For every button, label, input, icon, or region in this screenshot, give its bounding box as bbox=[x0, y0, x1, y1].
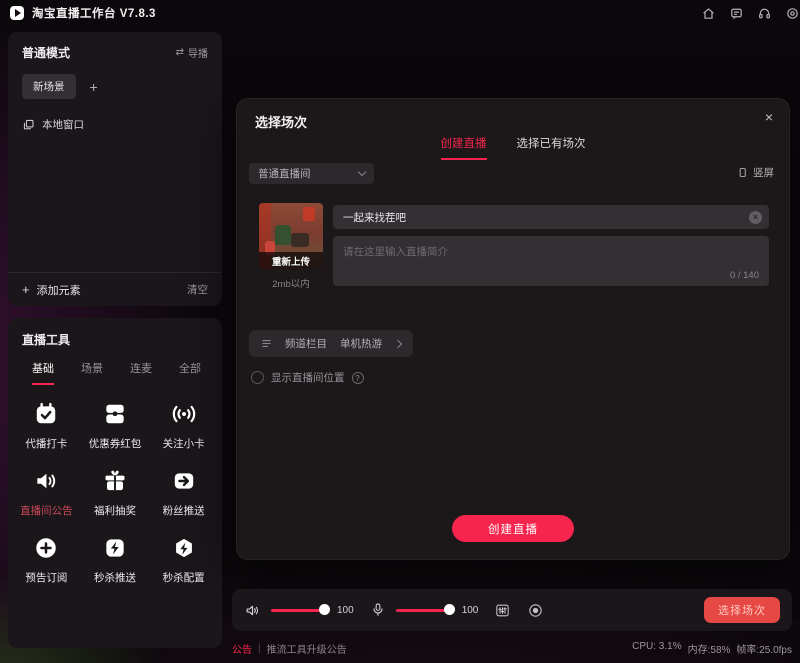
arrow-right-square-icon bbox=[171, 468, 197, 494]
help-icon[interactable]: ? bbox=[352, 372, 364, 384]
live-description-textarea[interactable] bbox=[333, 236, 769, 286]
headset-icon[interactable] bbox=[757, 6, 772, 21]
scene-panel-title: 普通模式 bbox=[22, 44, 70, 61]
lightning-square-icon bbox=[102, 535, 128, 561]
location-checkbox[interactable] bbox=[251, 371, 264, 384]
status-bar: 公告 | 推流工具升级公告 CPU: 3.1% 内存:58% 帧率:25.0fp… bbox=[232, 638, 792, 658]
divider: | bbox=[258, 643, 261, 654]
room-type-select[interactable]: 普通直播间 bbox=[249, 163, 374, 184]
location-option: 显示直播间位置 ? bbox=[251, 370, 364, 385]
mixer-icon[interactable] bbox=[494, 602, 511, 619]
cover-image[interactable]: 重新上传 bbox=[259, 203, 323, 269]
memory-stat: 内存:58% bbox=[688, 641, 731, 656]
tool-item-announcement[interactable]: 直播间公告 bbox=[12, 468, 81, 518]
category-channel-label: 频道栏目 bbox=[285, 336, 327, 351]
mic-slider[interactable] bbox=[396, 609, 452, 612]
calendar-check-icon bbox=[33, 401, 59, 427]
category-selector[interactable]: 频道栏目 单机热游 bbox=[249, 330, 413, 357]
app-title: 淘宝直播工作台 V7.8.3 bbox=[32, 5, 156, 21]
tool-item-fan-push[interactable]: 粉丝推送 bbox=[149, 468, 218, 518]
announcement-speaker-icon bbox=[33, 468, 59, 494]
gift-icon bbox=[102, 468, 128, 494]
plus-icon: + bbox=[22, 282, 30, 297]
tool-item-checkin[interactable]: 代播打卡 bbox=[12, 401, 81, 451]
red-envelope-icon bbox=[102, 401, 128, 427]
titlebar: 淘宝直播工作台 V7.8.3 bbox=[0, 0, 800, 26]
tool-item-preview-subscribe[interactable]: 预告订阅 bbox=[12, 535, 81, 585]
volume-value: 100 bbox=[337, 605, 354, 616]
tab-basic[interactable]: 基础 bbox=[32, 360, 54, 385]
message-icon[interactable] bbox=[729, 6, 744, 21]
cpu-stat: CPU: 3.1% bbox=[632, 641, 681, 656]
cover-upload[interactable]: 重新上传 2mb以内 bbox=[259, 203, 323, 290]
plus-circle-icon bbox=[33, 535, 59, 561]
category-value: 单机热游 bbox=[340, 336, 382, 351]
portrait-screen-icon bbox=[737, 167, 748, 178]
tab-connect[interactable]: 连麦 bbox=[130, 360, 152, 385]
select-session-button[interactable]: 选择场次 bbox=[704, 597, 780, 623]
modal-title: 选择场次 bbox=[237, 99, 789, 131]
tools-panel-title: 直播工具 bbox=[8, 318, 222, 358]
record-settings-icon[interactable] bbox=[527, 602, 544, 619]
close-icon[interactable]: × bbox=[765, 110, 773, 124]
announcement-tag: 公告 bbox=[232, 641, 252, 656]
tool-item-flash-push[interactable]: 秒杀推送 bbox=[81, 535, 150, 585]
mic-value: 100 bbox=[462, 605, 479, 616]
volume-slider-knob[interactable] bbox=[319, 604, 330, 615]
tab-create-live[interactable]: 创建直播 bbox=[441, 135, 487, 160]
tool-item-coupon[interactable]: 优惠券红包 bbox=[81, 401, 150, 451]
create-live-button[interactable]: 创建直播 bbox=[452, 515, 574, 542]
speaker-icon[interactable] bbox=[244, 602, 261, 619]
reupload-button[interactable]: 重新上传 bbox=[259, 252, 323, 269]
chevron-right-icon bbox=[394, 339, 402, 347]
live-title-input[interactable] bbox=[333, 205, 769, 229]
chevron-down-icon bbox=[358, 168, 366, 176]
tools-tabs: 基础 场景 连麦 全部 bbox=[8, 358, 222, 385]
upload-size-hint: 2mb以内 bbox=[259, 276, 323, 290]
window-icon bbox=[22, 118, 35, 131]
modal-tabs: 创建直播 选择已有场次 bbox=[237, 135, 789, 160]
tool-item-follow-card[interactable]: 关注小卡 bbox=[149, 401, 218, 451]
director-mode-button[interactable]: ⇄ 导播 bbox=[176, 45, 208, 60]
orientation-toggle[interactable]: 竖屏 bbox=[737, 165, 774, 180]
settings-icon[interactable] bbox=[785, 6, 800, 21]
mic-slider-knob[interactable] bbox=[444, 604, 455, 615]
broadcast-icon bbox=[171, 401, 197, 427]
tab-scene[interactable]: 场景 bbox=[81, 360, 103, 385]
fps-stat: 帧率:25.0fps bbox=[736, 641, 792, 656]
swap-icon: ⇄ bbox=[176, 47, 184, 58]
control-bar: 100 100 选择场次 bbox=[232, 589, 792, 631]
scene-tab-new[interactable]: 新场景 bbox=[22, 74, 76, 99]
lightning-hexagon-icon bbox=[171, 535, 197, 561]
volume-slider[interactable] bbox=[271, 609, 327, 612]
home-icon[interactable] bbox=[701, 6, 716, 21]
location-label: 显示直播间位置 bbox=[271, 370, 345, 385]
clear-button[interactable]: 清空 bbox=[187, 282, 208, 297]
tab-existing-session[interactable]: 选择已有场次 bbox=[517, 135, 586, 160]
scene-panel: 普通模式 ⇄ 导播 新场景 + 本地窗口 + 添加元素 清空 bbox=[8, 32, 222, 306]
announcement-link[interactable]: 推流工具升级公告 bbox=[267, 641, 347, 656]
app-logo-icon bbox=[10, 6, 24, 20]
tool-item-lottery[interactable]: 福利抽奖 bbox=[81, 468, 150, 518]
microphone-icon[interactable] bbox=[370, 602, 386, 618]
add-scene-button[interactable]: + bbox=[90, 80, 98, 94]
tab-all[interactable]: 全部 bbox=[179, 360, 201, 385]
add-element-button[interactable]: + 添加元素 bbox=[22, 282, 81, 298]
clear-input-icon[interactable]: × bbox=[749, 211, 762, 224]
tools-grid: 代播打卡 优惠券红包 关注小卡 直播间公告 福利抽奖 bbox=[8, 385, 222, 585]
select-session-modal: 选择场次 × 创建直播 选择已有场次 普通直播间 竖屏 重新上传 2mb以内 ×… bbox=[236, 98, 790, 560]
tool-item-flash-config[interactable]: 秒杀配置 bbox=[149, 535, 218, 585]
layer-item-local-window[interactable]: 本地窗口 bbox=[8, 99, 222, 132]
live-tools-panel: 直播工具 基础 场景 连麦 全部 代播打卡 优惠券红包 关注小卡 bbox=[8, 318, 222, 648]
char-counter: 0 / 140 bbox=[730, 270, 759, 281]
category-list-icon bbox=[261, 338, 272, 349]
